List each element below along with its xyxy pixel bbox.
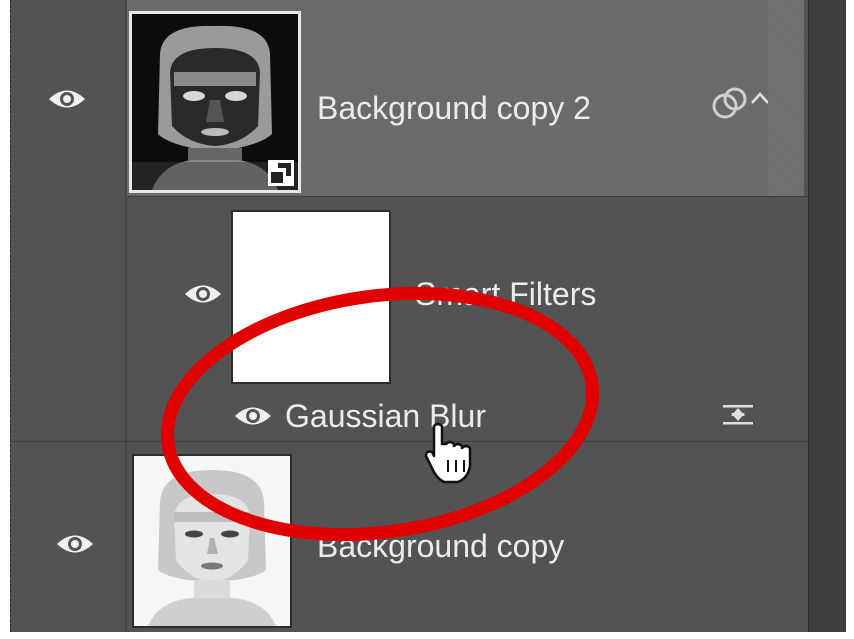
smart-filter-link-icon[interactable] xyxy=(711,86,749,120)
smart-object-icon xyxy=(268,160,294,186)
layer-name[interactable]: Background copy 2 xyxy=(317,92,591,124)
panel-right-edge xyxy=(808,0,846,632)
layers-panel: Background copy 2 Smart Filters Gaussian… xyxy=(10,0,846,632)
scrollbar-track[interactable] xyxy=(768,0,804,196)
layer-name[interactable]: Background copy xyxy=(317,530,564,562)
smart-filter-mask-thumbnail[interactable] xyxy=(231,210,391,384)
layer-thumbnail-blurred-portrait[interactable] xyxy=(129,11,301,193)
eye-icon[interactable] xyxy=(233,403,273,429)
eye-icon[interactable] xyxy=(47,86,87,112)
blending-options-icon[interactable] xyxy=(721,402,755,428)
filter-name[interactable]: Gaussian Blur xyxy=(285,400,486,432)
layer-thumbnail-portrait[interactable] xyxy=(132,454,292,628)
smart-filters-label[interactable]: Smart Filters xyxy=(415,278,596,310)
eye-icon[interactable] xyxy=(183,281,223,307)
eye-icon[interactable] xyxy=(55,531,95,557)
